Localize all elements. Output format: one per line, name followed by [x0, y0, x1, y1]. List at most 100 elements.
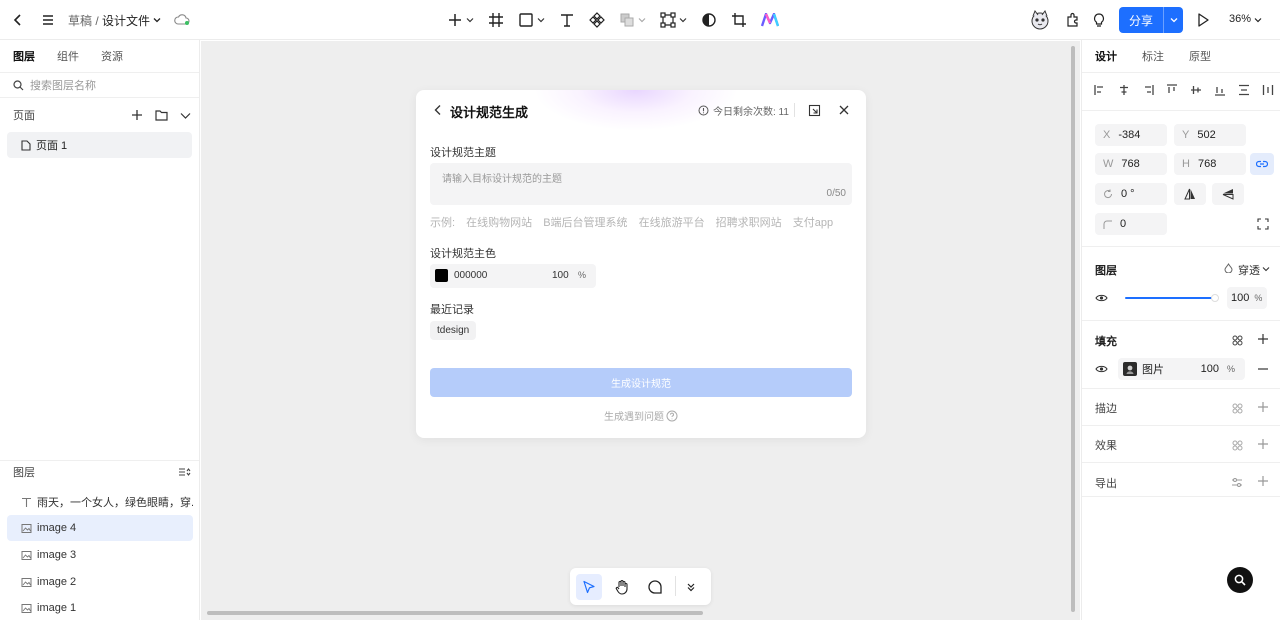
distribute-vertical-icon[interactable] [1260, 82, 1276, 98]
frame-tool[interactable] [488, 0, 504, 40]
chevron-down-icon[interactable] [1254, 16, 1262, 24]
tab-assets[interactable]: 资源 [101, 48, 123, 64]
back-icon[interactable] [428, 100, 448, 120]
align-left-icon[interactable] [1092, 82, 1108, 98]
align-right-icon[interactable] [1140, 82, 1156, 98]
path-tool[interactable] [660, 0, 687, 40]
height-field[interactable]: H 768 [1174, 153, 1246, 175]
breadcrumb-parent[interactable]: 草稿 [68, 14, 92, 28]
eye-icon[interactable] [1095, 364, 1108, 374]
layer-opacity-value[interactable]: 100 [1231, 292, 1249, 304]
crop-tool[interactable] [731, 0, 747, 40]
search-input[interactable]: 搜索图层名称 [30, 77, 96, 93]
color-opacity[interactable]: 100 [552, 270, 569, 281]
layer-item[interactable]: image 2 [7, 569, 193, 595]
w-value[interactable]: 768 [1121, 158, 1139, 170]
align-center-v-icon[interactable] [1188, 82, 1204, 98]
opacity-slider-handle[interactable] [1211, 294, 1219, 302]
page-item[interactable]: 页面 1 [7, 132, 192, 158]
chevron-down-icon[interactable] [152, 10, 162, 30]
color-hex[interactable]: 000000 [454, 270, 487, 281]
zoom-level[interactable]: 36% [1229, 13, 1251, 25]
chevron-down-icon[interactable] [180, 110, 191, 121]
more-tools[interactable] [678, 574, 704, 600]
style-grid-icon[interactable] [1230, 333, 1244, 347]
primary-color-field[interactable]: 000000 100 % [430, 264, 596, 288]
text-tool[interactable] [559, 0, 575, 40]
style-grid-icon[interactable] [1230, 438, 1244, 452]
example-chip[interactable]: B端后台管理系统 [543, 217, 627, 229]
color-swatch[interactable] [435, 269, 448, 282]
constrain-proportions-button[interactable] [1250, 153, 1274, 175]
align-bottom-icon[interactable] [1212, 82, 1228, 98]
plus-icon[interactable] [1256, 474, 1270, 488]
example-chip[interactable]: 在线旅游平台 [639, 217, 705, 229]
topic-input[interactable]: 请输入目标设计规范的主题 0/50 [430, 163, 852, 205]
sort-icon[interactable] [178, 467, 191, 477]
vertical-scrollbar[interactable] [1071, 46, 1075, 612]
flip-horizontal-button[interactable] [1174, 183, 1206, 205]
distribute-horizontal-icon[interactable] [1236, 82, 1252, 98]
h-value[interactable]: 768 [1198, 158, 1216, 170]
blend-mode-select[interactable]: 穿透 [1238, 262, 1260, 278]
tab-layers[interactable]: 图层 [13, 48, 35, 64]
style-grid-icon[interactable] [1230, 401, 1244, 415]
plugin-icon[interactable] [1063, 10, 1083, 30]
align-top-icon[interactable] [1164, 82, 1180, 98]
plus-icon[interactable] [1256, 400, 1270, 414]
search-button[interactable] [1227, 567, 1253, 593]
example-chip[interactable]: 在线购物网站 [466, 217, 532, 229]
align-center-h-icon[interactable] [1116, 82, 1132, 98]
radius-value[interactable]: 0 [1120, 218, 1126, 230]
y-value[interactable]: 502 [1197, 129, 1215, 141]
chevron-down-icon[interactable] [1163, 7, 1183, 33]
rotation-field[interactable]: 0 ° [1095, 183, 1167, 205]
example-chip[interactable]: 支付app [793, 217, 833, 229]
close-icon[interactable] [834, 100, 854, 120]
file-name[interactable]: 设计文件 [102, 14, 150, 28]
opacity-slider[interactable] [1125, 297, 1213, 299]
independent-corners-icon[interactable] [1257, 218, 1269, 230]
plus-icon[interactable] [1256, 332, 1270, 346]
fill-opacity-value[interactable]: 100 [1201, 363, 1219, 375]
eye-icon[interactable] [1095, 293, 1108, 303]
hand-tool[interactable] [609, 574, 635, 600]
horizontal-scrollbar[interactable] [207, 611, 703, 615]
minus-icon[interactable] [1256, 362, 1270, 376]
tab-annotate[interactable]: 标注 [1142, 48, 1164, 64]
share-button[interactable]: 分享 [1119, 7, 1183, 33]
x-value[interactable]: -384 [1118, 129, 1140, 141]
layer-item[interactable]: image 3 [7, 542, 193, 568]
layer-item[interactable]: image 4 [7, 515, 193, 541]
rectangle-tool[interactable] [518, 0, 545, 40]
layer-search[interactable]: 搜索图层名称 [0, 72, 199, 98]
example-chip[interactable]: 招聘求职网站 [716, 217, 782, 229]
help-link[interactable]: 生成遇到问题 [416, 408, 866, 423]
tab-components[interactable]: 组件 [57, 48, 79, 64]
component-tool[interactable] [589, 0, 605, 40]
recent-tag[interactable]: tdesign [430, 321, 477, 340]
avatar[interactable] [1029, 9, 1051, 31]
plus-icon[interactable] [1256, 437, 1270, 451]
flip-vertical-button[interactable] [1212, 183, 1244, 205]
rotation-value[interactable]: 0 ° [1121, 188, 1135, 200]
layer-item[interactable]: image 1 [7, 595, 193, 621]
plus-icon[interactable] [131, 109, 143, 121]
tab-design[interactable]: 设计 [1095, 48, 1117, 64]
folder-icon[interactable] [155, 109, 168, 121]
width-field[interactable]: W 768 [1095, 153, 1167, 175]
ai-tool[interactable] [761, 0, 779, 40]
y-field[interactable]: Y 502 [1174, 124, 1246, 146]
x-field[interactable]: X -384 [1095, 124, 1167, 146]
fill-item[interactable]: 图片 100 % [1118, 358, 1245, 380]
add-tool[interactable] [447, 0, 474, 40]
external-window-icon[interactable] [804, 100, 824, 120]
tab-prototype[interactable]: 原型 [1189, 48, 1211, 64]
corner-radius-field[interactable]: 0 [1095, 213, 1167, 235]
mask-tool[interactable] [701, 0, 717, 40]
layer-opacity-field[interactable]: 100 % [1227, 287, 1267, 309]
lightbulb-icon[interactable] [1089, 10, 1109, 30]
select-tool[interactable] [576, 574, 602, 600]
play-icon[interactable] [1193, 10, 1213, 30]
generate-button[interactable]: 生成设计规范 [430, 368, 852, 397]
